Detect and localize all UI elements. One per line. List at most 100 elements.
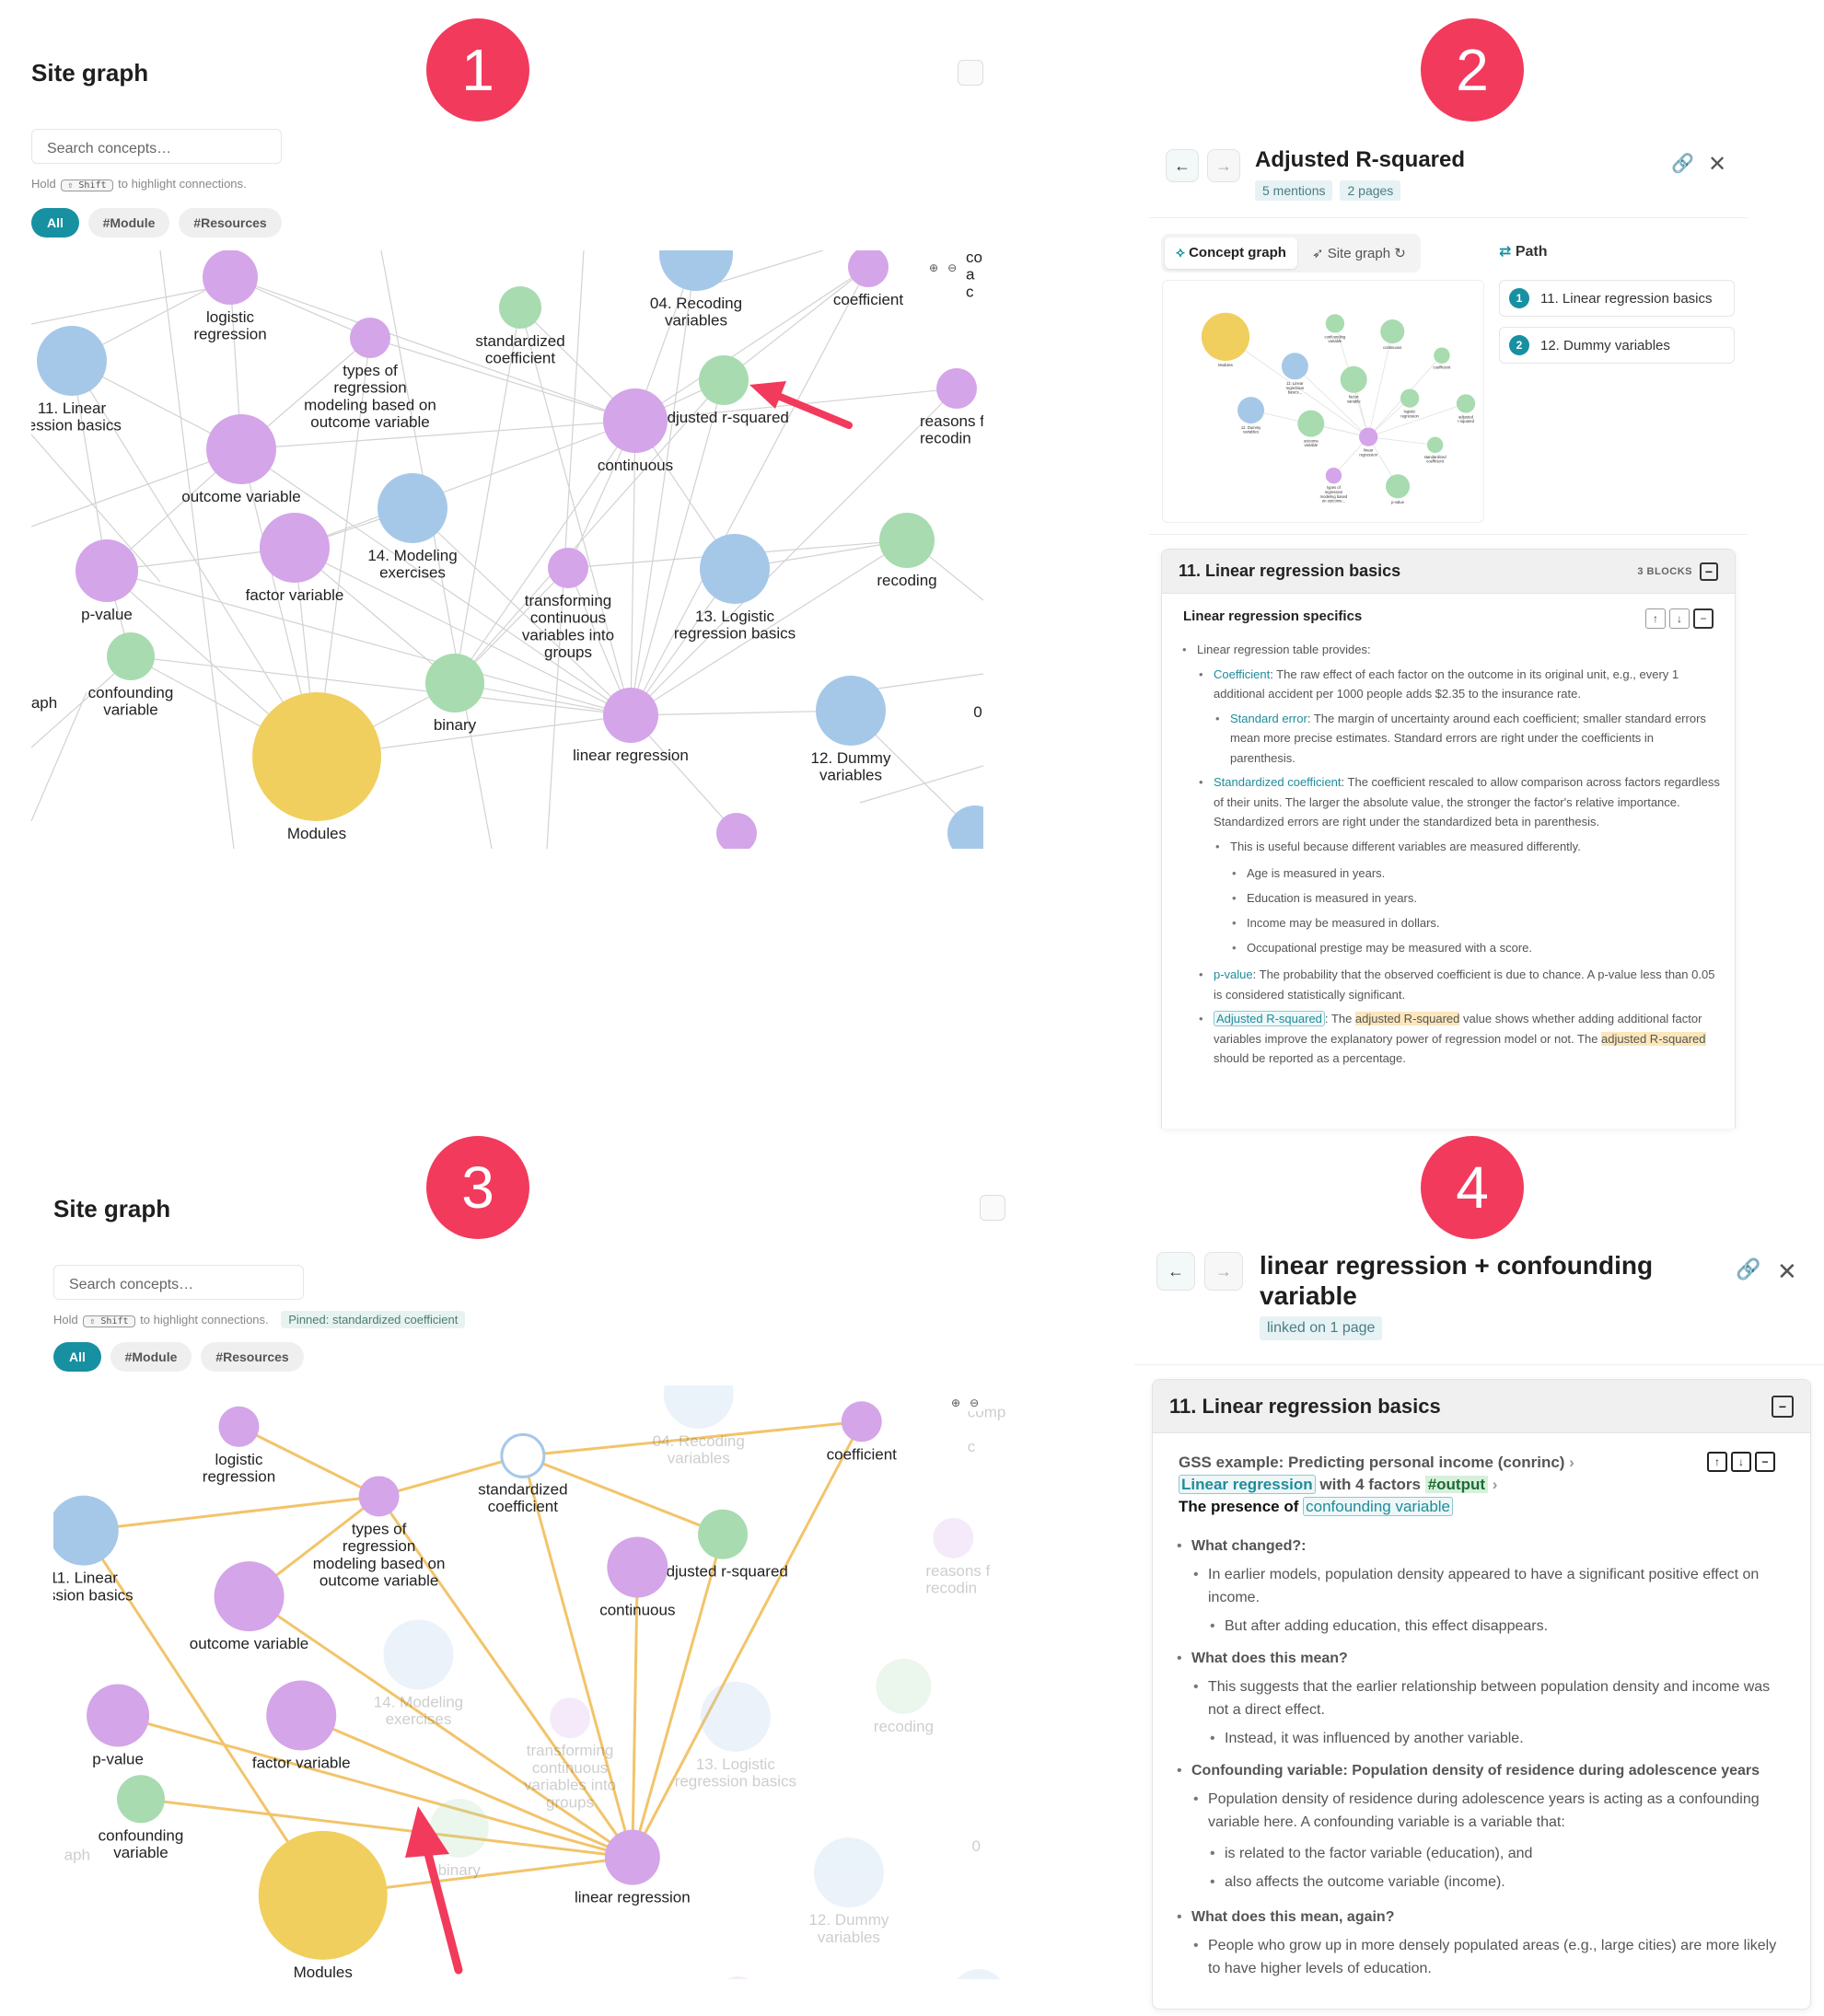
graph-node-confounding[interactable]: confounding variable [99,1775,184,1861]
node-circle[interactable] [53,1495,119,1566]
graph-node-pvalue[interactable]: p-value [87,1684,150,1767]
move-up-icon[interactable]: ↑ [1645,608,1666,629]
node-circle[interactable] [1297,410,1325,437]
node-circle[interactable] [1325,468,1342,484]
graph-node-std[interactable]: standardized coefficient [478,1432,568,1515]
back-button[interactable]: ← [1166,149,1199,182]
node-circle[interactable] [1434,347,1450,364]
mini-node-adjusted[interactable]: adjusted r-squared [1456,394,1476,423]
node-circle[interactable] [698,1509,749,1559]
graph-node-logistic13[interactable]: 13. Logistic regression basics [674,534,796,643]
graph-node-logistic[interactable]: logistic regression [193,250,267,343]
node-circle[interactable] [107,632,155,680]
graph-node-zero[interactable]: 0 [971,1837,980,1855]
node-circle[interactable] [841,1401,882,1442]
graph-node-aph[interactable]: aph [31,694,57,712]
graph-node-recoding04[interactable]: 04. Recoding variables [653,1385,745,1467]
node-circle[interactable] [37,326,107,396]
node-circle[interactable] [607,1536,668,1598]
graph-node-linreg[interactable]: linear regression [573,688,689,764]
node-circle[interactable] [848,250,889,287]
node-circle[interactable] [203,250,258,305]
graph-node-std[interactable]: standardized coefficient [475,286,565,367]
node-circle[interactable] [550,1697,591,1739]
mini-node-continuous[interactable]: continuous [1380,319,1405,350]
graph-node-modeling14[interactable]: 14. Modeling exercises [374,1619,463,1728]
search-input[interactable]: Search concepts… [53,1265,304,1300]
mini-node-std[interactable]: standardized coefficient [1424,436,1447,464]
node-circle[interactable] [214,1561,285,1632]
node-circle[interactable] [1426,436,1444,454]
link-icon[interactable]: 🔗 [1736,1257,1760,1281]
site-graph-canvas[interactable]: logistic regression standardized coefficien… [31,250,983,849]
tag-output[interactable]: #output [1424,1476,1489,1493]
mini-node-dummy12[interactable]: 12. Dummy variables [1237,397,1265,434]
node-circle[interactable] [258,1830,388,1960]
node-circle[interactable] [1325,314,1345,333]
graph-node-reasons[interactable]: reasons f recodin [920,368,983,447]
close-icon[interactable]: ✕ [1777,1257,1797,1286]
graph-node-comp[interactable]: compac [966,250,983,300]
node-circle[interactable] [604,1829,660,1885]
mini-node-confounding[interactable]: confounding variable [1324,314,1346,343]
move-up-icon[interactable]: ↑ [1707,1452,1727,1472]
filter-chip-module[interactable]: #Module [88,208,169,238]
graph-node-n_br[interactable] [951,1968,1005,1979]
card-header[interactable]: 11. Linear regression basics 3 BLOCKS − [1162,550,1735,594]
node-circle[interactable] [876,1658,932,1714]
concept-link-adjusted-r-squared[interactable]: Adjusted R-squared [1214,1011,1325,1026]
move-down-icon[interactable]: ↓ [1731,1452,1751,1472]
collapse-icon[interactable]: − [1700,562,1718,581]
graph-node-continuous[interactable]: continuous [599,1536,675,1619]
node-circle[interactable] [816,676,886,746]
concept-link-linear-regression[interactable]: Linear regression [1179,1475,1316,1494]
graph-node-modules[interactable]: Modules [252,692,381,842]
filter-chip-module[interactable]: #Module [110,1342,192,1372]
node-circle[interactable] [1380,319,1405,344]
node-circle[interactable] [266,1680,337,1751]
node-circle[interactable] [659,250,733,291]
node-circle[interactable] [700,534,770,604]
node-circle[interactable] [879,513,935,568]
node-circle[interactable] [1201,312,1250,361]
graph-node-n_bot[interactable] [716,813,757,849]
node-circle[interactable] [1456,394,1476,413]
link-icon[interactable]: 🔗 [1671,152,1694,175]
graph-node-coefficient[interactable]: coefficient [833,250,904,308]
node-circle[interactable] [260,513,330,583]
collapse-block-icon[interactable]: − [1693,608,1714,629]
graph-node-recoding[interactable]: recoding [874,1658,934,1735]
node-circle[interactable] [350,318,390,358]
graph-node-modules[interactable]: Modules [258,1830,388,1979]
node-circle[interactable] [425,654,484,713]
graph-node-coefficient[interactable]: coefficient [827,1401,898,1463]
mini-node-factor[interactable]: factor variable [1340,365,1367,404]
graph-svg[interactable]: logistic regression 04. Recoding variables c… [53,1385,1005,1979]
graph-node-adjusted[interactable]: adjusted r-squared [657,1509,788,1581]
collapse-icon[interactable]: − [1772,1395,1794,1418]
mini-node-modules[interactable]: Modules [1201,312,1250,367]
concept-link-standardized-coefficient[interactable]: Standardized coefficient [1214,775,1342,789]
node-circle[interactable] [218,1406,260,1447]
path-item-1[interactable]: 1 11. Linear regression basics [1499,280,1735,317]
node-circle[interactable] [951,1968,1005,1979]
node-circle[interactable] [1359,427,1378,446]
node-circle[interactable] [548,548,588,588]
graph-node-recoding[interactable]: recoding [877,513,937,589]
mini-node-lin11[interactable]: 11. Linear regression basics... [1281,353,1308,395]
export-icon[interactable] [958,60,983,86]
graph-node-dummy12[interactable]: 12. Dummy variables [808,1837,889,1946]
mini-node-types[interactable]: types of regression modeling based on outco… [1320,468,1348,504]
node-circle[interactable] [603,688,658,743]
node-circle[interactable] [252,692,381,821]
node-circle[interactable] [603,388,668,453]
graph-node-logistic13[interactable]: 13. Logistic regression basics [675,1681,796,1790]
move-down-icon[interactable]: ↓ [1669,608,1690,629]
graph-node-reasons[interactable]: reasons f recodin [925,1517,991,1597]
node-circle[interactable] [378,473,447,543]
zoom-in-icon[interactable]: ⊕ [929,261,938,274]
mini-node-coefficient[interactable]: coefficient [1434,347,1452,370]
node-circle[interactable] [1281,353,1308,380]
filter-chip-all[interactable]: All [53,1342,101,1372]
graph-node-aph[interactable]: aph [64,1846,90,1863]
